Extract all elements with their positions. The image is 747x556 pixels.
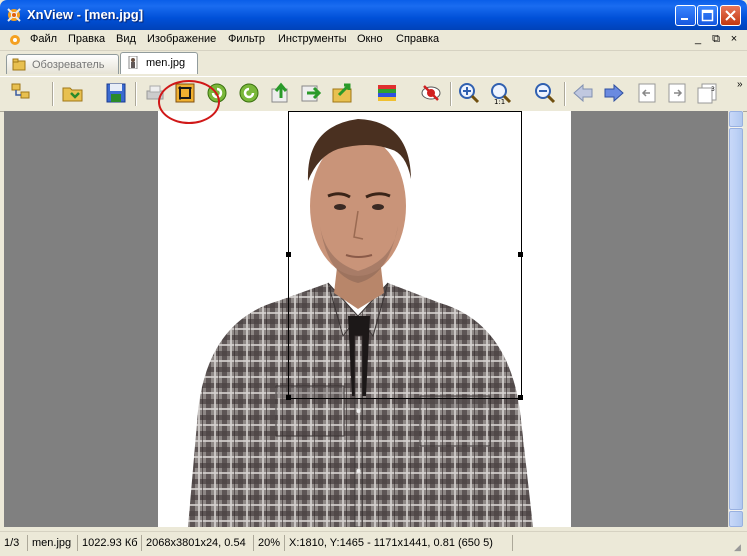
first-page-button[interactable] xyxy=(634,80,660,106)
last-page-button[interactable] xyxy=(664,80,690,106)
mdi-restore-button[interactable]: ⧉ xyxy=(708,33,724,47)
menu-filter[interactable]: Фильтр xyxy=(228,33,265,45)
status-coordinates: X:1810, Y:1465 - 1171x1441, 0.81 (650 5) xyxy=(285,535,513,551)
status-bar: 1/3 men.jpg 1022.93 Кб 2068x3801x24, 0.5… xyxy=(0,531,747,556)
zoom-out-icon xyxy=(535,83,556,104)
first-page-icon xyxy=(638,83,656,103)
toolbar-separator xyxy=(52,82,54,106)
close-icon xyxy=(725,10,736,21)
toolbar-separator xyxy=(450,82,452,106)
page-icon: 3 xyxy=(697,83,717,104)
zoom-in-button[interactable] xyxy=(456,80,482,106)
toolbar: 1:1 3 » xyxy=(0,76,747,172)
scroll-thumb[interactable] xyxy=(729,128,743,510)
rotate-right-icon xyxy=(239,83,259,103)
next-icon xyxy=(604,83,624,103)
tab-men-jpg[interactable]: men.jpg xyxy=(120,52,198,74)
browser-tab-icon xyxy=(12,58,26,71)
menu-tools[interactable]: Инструменты xyxy=(278,33,347,45)
red-eye-button[interactable] xyxy=(418,80,444,106)
page-button[interactable]: 3 xyxy=(694,80,720,106)
save-button[interactable] xyxy=(103,80,129,106)
menu-view[interactable]: Вид xyxy=(116,33,136,45)
status-index: 1/3 xyxy=(0,535,28,551)
zoom-1to1-icon: 1:1 xyxy=(491,83,512,105)
title-bar[interactable]: XnView - [men.jpg] xyxy=(0,0,747,30)
menu-image[interactable]: Изображение xyxy=(147,33,216,45)
image-view[interactable] xyxy=(4,111,728,527)
last-page-icon xyxy=(668,83,686,103)
previous-icon xyxy=(573,83,593,103)
open-button[interactable] xyxy=(60,80,86,106)
application-window: XnView - [men.jpg] Файл Правка Вид Изобр… xyxy=(0,0,747,556)
vertical-scrollbar[interactable] xyxy=(728,111,743,527)
scroll-down-button[interactable] xyxy=(729,511,743,527)
zoom-out-button[interactable] xyxy=(532,80,558,106)
open-folder-icon xyxy=(62,87,83,102)
menu-window[interactable]: Окно xyxy=(357,33,383,45)
image-tab-icon xyxy=(128,56,138,69)
toolbar-overflow-icon[interactable]: » xyxy=(737,79,747,95)
resize-grip-icon[interactable]: ◢ xyxy=(734,542,744,552)
status-dimensions: 2068x3801x24, 0.54 xyxy=(142,535,254,551)
convert-button[interactable] xyxy=(298,80,324,106)
zoom-in-icon xyxy=(459,83,480,104)
status-filename: men.jpg xyxy=(28,535,78,551)
tab-browser[interactable]: Обозреватель xyxy=(6,54,119,74)
browser-icon xyxy=(11,83,30,99)
svg-text:3: 3 xyxy=(711,86,715,93)
window-title: XnView - [men.jpg] xyxy=(27,7,144,22)
crop-handle-bottom-left[interactable] xyxy=(286,395,291,400)
previous-button[interactable] xyxy=(570,80,596,106)
maximize-button[interactable] xyxy=(697,5,718,26)
document-icon xyxy=(10,35,20,45)
minimize-icon xyxy=(681,18,688,20)
next-button[interactable] xyxy=(601,80,627,106)
save-icon xyxy=(106,83,126,103)
svg-text:1:1: 1:1 xyxy=(494,98,505,105)
crop-selection[interactable] xyxy=(286,111,523,400)
toolbar-separator xyxy=(564,82,566,106)
tab-browser-label: Обозреватель xyxy=(32,59,105,71)
crop-handle-right[interactable] xyxy=(518,252,523,257)
minimize-button[interactable] xyxy=(675,5,696,26)
status-filesize: 1022.93 Кб xyxy=(78,535,142,551)
highlight-circle xyxy=(158,80,220,124)
image-canvas[interactable] xyxy=(158,111,571,527)
red-eye-icon xyxy=(421,85,441,101)
adjust-colors-icon xyxy=(378,85,396,101)
menu-bar: Файл Правка Вид Изображение Фильтр Инстр… xyxy=(0,30,747,51)
close-button[interactable] xyxy=(720,5,741,26)
browser-button[interactable] xyxy=(8,80,34,106)
crop-handle-left[interactable] xyxy=(286,252,291,257)
status-zoom: 20% xyxy=(254,535,285,551)
menu-edit[interactable]: Правка xyxy=(68,33,105,45)
crop-handle-bottom-right[interactable] xyxy=(518,395,523,400)
toolbar-separator xyxy=(135,82,137,106)
batch-icon xyxy=(332,83,352,103)
menu-file[interactable]: Файл xyxy=(30,33,57,45)
tab-men-jpg-label: men.jpg xyxy=(146,57,186,69)
batch-button[interactable] xyxy=(330,80,356,106)
export-icon xyxy=(271,82,288,103)
rotate-right-button[interactable] xyxy=(236,80,262,106)
mdi-minimize-button[interactable]: _ xyxy=(690,33,706,47)
export-button[interactable] xyxy=(268,80,294,106)
scroll-up-button[interactable] xyxy=(729,111,743,127)
xnview-logo-icon xyxy=(7,8,21,22)
adjust-colors-button[interactable] xyxy=(374,80,400,106)
zoom-1to1-button[interactable]: 1:1 xyxy=(488,80,514,106)
maximize-icon xyxy=(701,9,714,22)
mdi-close-button[interactable]: × xyxy=(726,33,742,47)
menu-help[interactable]: Справка xyxy=(396,33,439,45)
convert-icon xyxy=(301,85,322,102)
